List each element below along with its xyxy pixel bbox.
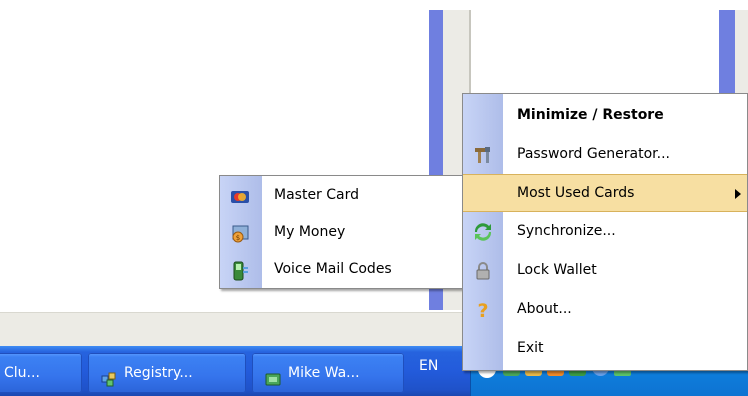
menu-item-exit[interactable]: Exit [463,329,747,368]
submenu-item-my-money[interactable]: $ My Money [220,214,464,251]
menu-item-label: Synchronize... [517,223,616,239]
taskbar-button-label: Registry... [124,365,193,381]
menu-item-minimize-restore[interactable]: Minimize / Restore [463,96,747,135]
menu-item-label: My Money [274,224,346,240]
menu-item-label: Password Generator... [517,146,671,162]
menu-item-about[interactable]: ? About... [463,290,747,329]
taskbar-button-cluster[interactable]: Clu... [0,353,82,393]
svg-text:?: ? [477,300,488,320]
menu-item-password-generator[interactable]: Password Generator... [463,135,747,174]
menu-item-label: Most Used Cards [517,185,635,201]
credit-card-icon [230,187,250,207]
menu-item-most-used-cards[interactable]: Most Used Cards [463,174,747,212]
menu-item-synchronize[interactable]: Synchronize... [463,212,747,251]
submenu-item-voice-mail-codes[interactable]: Voice Mail Codes [220,251,464,288]
phone-icon [230,261,250,281]
submenu-arrow-icon [735,189,741,199]
most-used-cards-submenu: Master Card $ My Money Voice Mail Codes [219,175,465,289]
money-icon: $ [230,224,250,244]
taskbar-button-label: Clu... [4,365,40,381]
menu-item-label: Voice Mail Codes [274,261,392,277]
svg-text:$: $ [236,234,240,242]
lock-icon [473,261,493,281]
taskbar-button-mike-wallet[interactable]: Mike Wa... [252,353,404,393]
submenu-item-master-card[interactable]: Master Card [220,177,464,214]
taskbar-button-label: Mike Wa... [288,365,360,381]
menu-item-label: Lock Wallet [517,262,597,278]
taskbar-button-registry[interactable]: Registry... [88,353,246,393]
menu-item-label: About... [517,301,572,317]
tray-context-menu: Minimize / Restore Password Generator...… [462,93,748,371]
question-icon: ? [473,300,493,322]
menu-item-label: Master Card [274,187,360,203]
wallet-icon [264,364,282,386]
menu-item-label: Exit [517,340,544,356]
sync-icon [473,222,493,242]
registry-icon [100,364,118,387]
menu-item-lock-wallet[interactable]: Lock Wallet [463,251,747,290]
tools-icon [473,145,493,165]
menu-item-label: Minimize / Restore [517,107,664,123]
language-indicator[interactable]: EN [419,358,438,374]
